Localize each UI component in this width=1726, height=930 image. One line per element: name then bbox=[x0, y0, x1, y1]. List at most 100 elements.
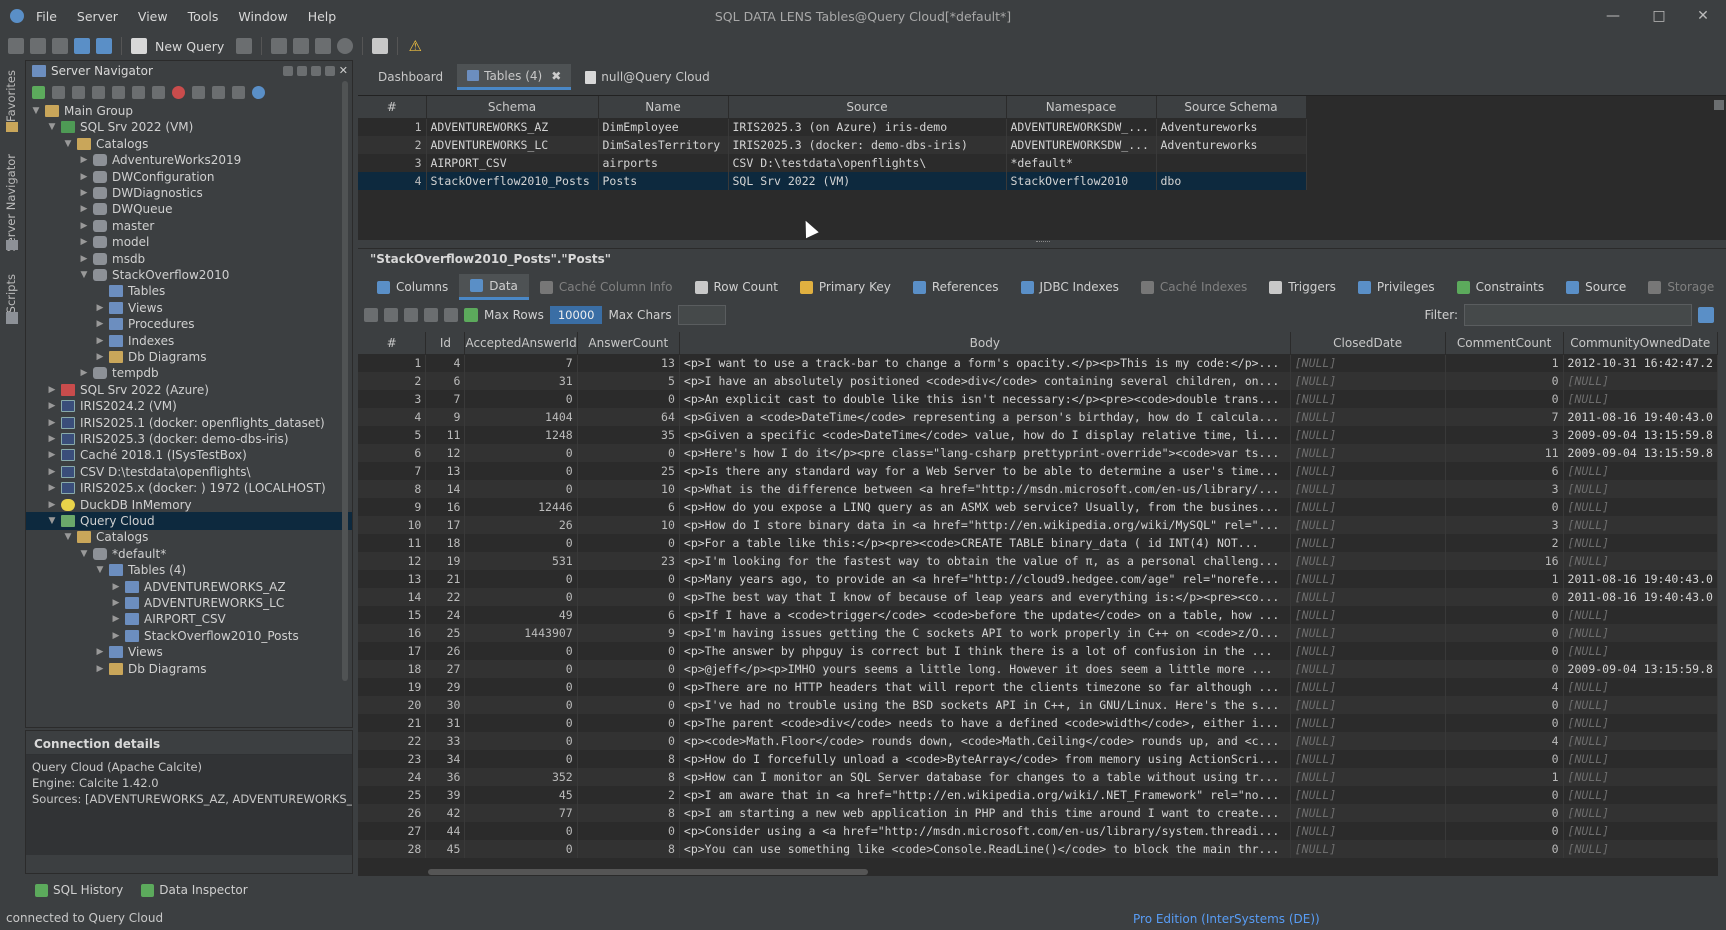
table-row[interactable]: 4 9 1404 64 <p>Given a <code>DateTime</code>… bbox=[358, 408, 1718, 426]
table-cell[interactable]: 2 bbox=[577, 786, 680, 804]
row-number-cell[interactable]: 24 bbox=[358, 768, 427, 786]
table-cell[interactable]: 0 bbox=[577, 732, 680, 750]
null-cell[interactable]: [NULL] bbox=[1563, 714, 1718, 732]
menu-view[interactable]: View bbox=[138, 9, 168, 24]
table-cell[interactable]: <p>Is there any standard way for a Web S… bbox=[679, 462, 1291, 480]
table-cell[interactable]: 26 bbox=[464, 516, 578, 534]
restore-panel-icon[interactable] bbox=[282, 66, 293, 76]
table-cell[interactable]: 0 bbox=[1445, 660, 1564, 678]
row-number-cell[interactable]: 8 bbox=[358, 480, 427, 498]
scroll-thumb[interactable] bbox=[428, 869, 868, 875]
column-header[interactable]: Schema bbox=[426, 96, 599, 119]
table-cell[interactable]: Adventureworks bbox=[1156, 136, 1307, 154]
table-cell[interactable]: 2009-09-04 13:15:59.8 bbox=[1563, 426, 1718, 444]
table-cell[interactable]: 0 bbox=[1445, 642, 1564, 660]
table-cell[interactable]: DimEmployee bbox=[598, 118, 729, 136]
table-cell[interactable]: 0 bbox=[1445, 750, 1564, 768]
grid-options-icon[interactable] bbox=[1714, 100, 1724, 110]
table-cell[interactable]: 1404 bbox=[464, 408, 578, 426]
tab-row-count[interactable]: Row Count bbox=[684, 274, 789, 300]
tab-columns[interactable]: Columns bbox=[366, 274, 459, 300]
column-header[interactable]: AcceptedAnswerId bbox=[464, 332, 578, 355]
row-number-cell[interactable]: 1 bbox=[358, 118, 427, 136]
table-cell[interactable]: 12 bbox=[425, 444, 466, 462]
table-row[interactable]: 1 4 7 13 <p>I want to use a track-bar to cha… bbox=[358, 354, 1718, 372]
null-cell[interactable]: [NULL] bbox=[1563, 696, 1718, 714]
navigator-scrollbar[interactable] bbox=[342, 81, 348, 681]
table-cell[interactable]: 77 bbox=[464, 804, 578, 822]
table-cell[interactable]: IRIS2025.3 (on Azure) iris-demo bbox=[728, 118, 1007, 136]
table-cell[interactable]: 0 bbox=[577, 534, 680, 552]
null-cell[interactable]: [NULL] bbox=[1290, 372, 1446, 390]
table-cell[interactable]: 31 bbox=[425, 714, 466, 732]
table-row[interactable]: 20 30 0 0 <p>I've had no trouble using the B… bbox=[358, 696, 1718, 714]
table-cell[interactable]: 0 bbox=[577, 696, 680, 714]
expand-arrow-icon[interactable]: ▶ bbox=[46, 434, 58, 444]
null-cell[interactable]: [NULL] bbox=[1563, 462, 1718, 480]
null-cell[interactable]: [NULL] bbox=[1290, 750, 1446, 768]
disconnect-icon[interactable] bbox=[30, 38, 46, 54]
table-cell[interactable]: 0 bbox=[464, 642, 578, 660]
table-cell[interactable]: 4 bbox=[1445, 732, 1564, 750]
max-rows-input[interactable]: 10000 bbox=[549, 306, 603, 324]
table-cell[interactable]: <p>Many years ago, to provide an <a href… bbox=[679, 570, 1291, 588]
expand-arrow-icon[interactable]: ▶ bbox=[46, 401, 58, 411]
column-header[interactable]: Namespace bbox=[1006, 96, 1157, 119]
collapse-arrow-icon[interactable]: ▼ bbox=[46, 122, 58, 132]
expand-arrow-icon[interactable]: ▶ bbox=[46, 500, 58, 510]
tree-node[interactable]: ▶ Views bbox=[26, 643, 163, 661]
null-cell[interactable]: [NULL] bbox=[1563, 822, 1718, 840]
minimize-button[interactable]: — bbox=[1590, 0, 1636, 32]
null-cell[interactable]: [NULL] bbox=[1290, 354, 1446, 372]
pin-panel-icon[interactable] bbox=[310, 66, 321, 76]
add-group-icon[interactable] bbox=[72, 85, 85, 99]
table-cell[interactable]: <p>How do I forcefully unload a <code>By… bbox=[679, 750, 1291, 768]
row-number-cell[interactable]: 2 bbox=[358, 136, 427, 154]
null-cell[interactable]: [NULL] bbox=[1563, 498, 1718, 516]
tab-jdbc-indexes[interactable]: JDBC Indexes bbox=[1010, 274, 1130, 300]
scripts-tab[interactable]: Scripts bbox=[4, 274, 18, 313]
first-page-icon[interactable] bbox=[384, 308, 398, 322]
table-cell[interactable]: ADVENTUREWORKS_LC bbox=[426, 136, 599, 154]
table-cell[interactable]: ADVENTUREWORKSDW_... bbox=[1006, 118, 1157, 136]
table-cell[interactable]: <p>I've had no trouble using the BSD soc… bbox=[679, 696, 1291, 714]
table-cell[interactable]: 0 bbox=[464, 534, 578, 552]
tree-node[interactable]: ▶ DWConfiguration bbox=[26, 168, 215, 186]
expand-arrow-icon[interactable]: ▶ bbox=[110, 614, 122, 624]
tree-node[interactable]: ▶ ADVENTUREWORKS_LC bbox=[26, 594, 285, 612]
table-cell[interactable]: 0 bbox=[577, 714, 680, 732]
null-cell[interactable]: [NULL] bbox=[1290, 624, 1446, 642]
table-cell[interactable]: 0 bbox=[464, 714, 578, 732]
table-cell[interactable]: 6 bbox=[1445, 462, 1564, 480]
table-cell[interactable]: 10 bbox=[577, 516, 680, 534]
layout-icon[interactable] bbox=[372, 38, 389, 54]
tree-node[interactable]: ▶ master bbox=[26, 217, 155, 235]
tab-source[interactable]: Source bbox=[1555, 274, 1637, 300]
null-cell[interactable]: [NULL] bbox=[1290, 570, 1446, 588]
collapse-arrow-icon[interactable]: ▼ bbox=[46, 516, 58, 526]
table-cell[interactable]: 6 bbox=[577, 606, 680, 624]
row-number-cell[interactable]: 17 bbox=[358, 642, 427, 660]
tab-constraints[interactable]: Constraints bbox=[1446, 274, 1555, 300]
table-cell[interactable]: 0 bbox=[577, 660, 680, 678]
filter-input[interactable] bbox=[1464, 304, 1692, 326]
table-cell[interactable]: 0 bbox=[464, 390, 578, 408]
row-number-cell[interactable]: 4 bbox=[358, 172, 427, 190]
add-server-icon[interactable] bbox=[52, 85, 65, 99]
table-cell[interactable]: 35 bbox=[577, 426, 680, 444]
table-cell[interactable]: <p>The best way that I know of because o… bbox=[679, 588, 1291, 606]
close-window-button[interactable]: ✕ bbox=[1680, 0, 1726, 32]
expand-arrow-icon[interactable]: ▶ bbox=[94, 303, 106, 313]
table-cell[interactable]: CSV D:\testdata\openflights\ bbox=[728, 154, 1007, 172]
tree-node[interactable]: ▶ msdb bbox=[26, 250, 146, 268]
table-row[interactable]: 22 33 0 0 <p><code>Math.Floor</code> rounds … bbox=[358, 732, 1718, 750]
table-cell[interactable]: 8 bbox=[577, 750, 680, 768]
table-cell[interactable]: 0 bbox=[464, 660, 578, 678]
null-cell[interactable]: [NULL] bbox=[1290, 534, 1446, 552]
last-page-icon[interactable] bbox=[444, 308, 458, 322]
table-cell[interactable]: <p>There are no HTTP headers that will r… bbox=[679, 678, 1291, 696]
tree-node[interactable]: ▼ Query Cloud bbox=[26, 512, 352, 530]
collapse-arrow-icon[interactable]: ▼ bbox=[62, 532, 74, 542]
new-query-icon[interactable] bbox=[131, 38, 147, 54]
table-cell[interactable]: 1 bbox=[1445, 354, 1564, 372]
